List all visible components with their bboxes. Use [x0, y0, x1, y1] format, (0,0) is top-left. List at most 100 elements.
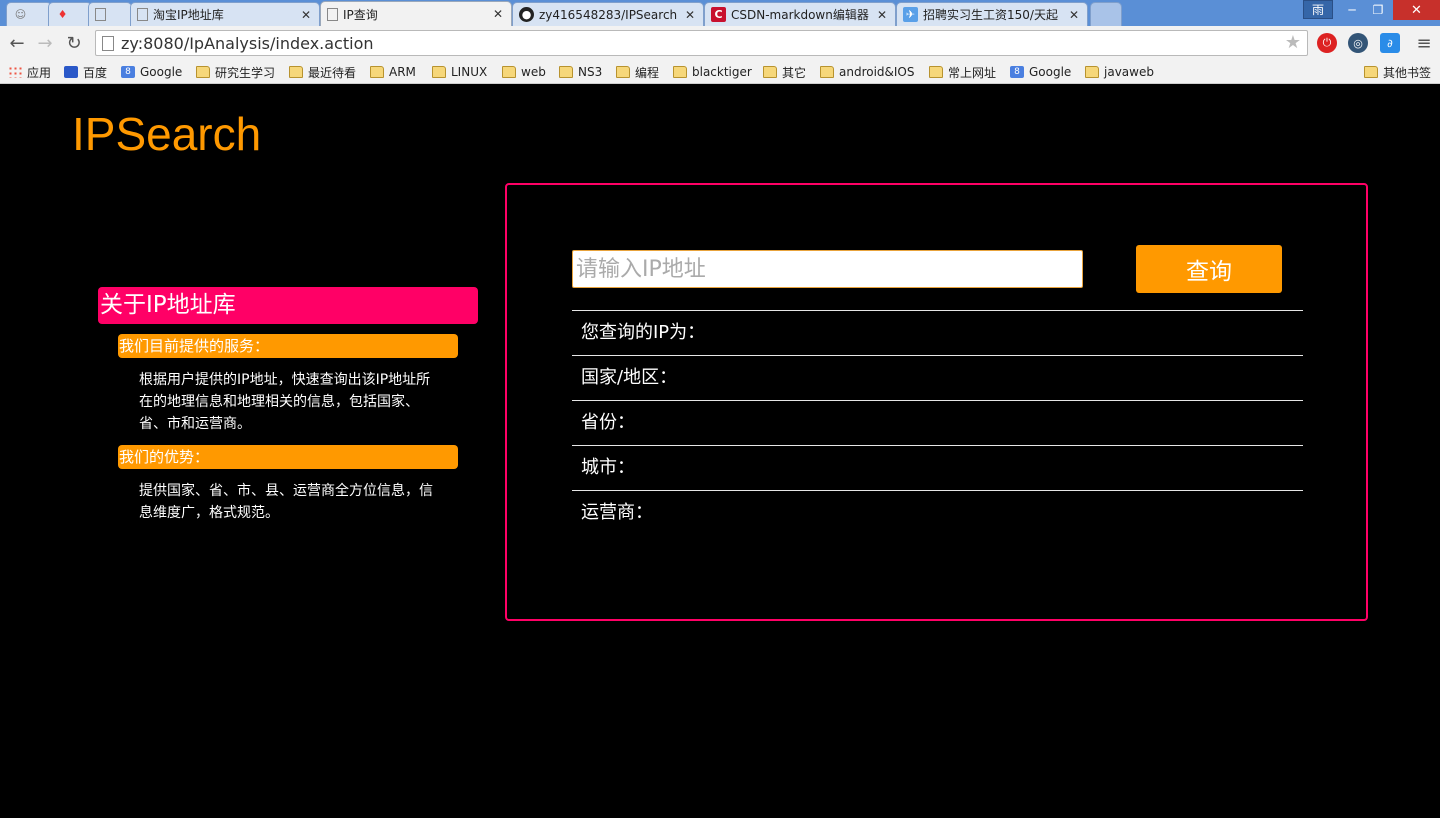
bookmark-label: 研究生学习	[215, 65, 276, 80]
csdn-icon: C	[711, 7, 726, 22]
proxy-extension-icon[interactable]: ◎	[1348, 33, 1368, 53]
result-country: 国家/地区：	[572, 355, 1303, 400]
menu-icon[interactable]: ≡	[1413, 33, 1435, 54]
bookmark-label: NS3	[578, 65, 603, 79]
page-icon	[327, 7, 338, 21]
bookmark-label: android&IOS	[839, 65, 915, 79]
folder-icon	[929, 66, 943, 78]
page-icon	[137, 8, 148, 21]
close-icon[interactable]: ✕	[491, 7, 505, 21]
restore-icon[interactable]: ❐	[1366, 0, 1390, 20]
bookmarks-bar: 应用 百度 8 Google 研究生学习 最近待看 ARM LINUX web N…	[0, 60, 1440, 84]
bird-icon: ✈	[903, 7, 918, 22]
back-arrow-icon[interactable]: ←	[6, 33, 28, 54]
tab-taobao-ip[interactable]: 淘宝IP地址库 ✕	[130, 2, 320, 26]
tab-label: IP查询	[343, 7, 378, 22]
apps-icon	[8, 66, 22, 78]
bookmark-label: Google	[1029, 65, 1072, 79]
page-body: IPSearch 关于IP地址库 我们目前提供的服务： 根据用户提供的IP地址，…	[0, 85, 1440, 818]
bookmark-label: 常上网址	[948, 65, 997, 80]
services-text: 根据用户提供的IP地址，快速查询出该IP地址所在的地理信息和地理相关的信息，包括…	[139, 372, 431, 432]
bookmark-google[interactable]: 8 Google	[121, 63, 182, 81]
close-icon[interactable]: ✕	[683, 8, 697, 22]
bookmark-folder-recent[interactable]: 最近待看	[289, 63, 356, 81]
folder-icon	[1085, 66, 1099, 78]
advantages-text: 提供国家、省、市、县、运营商全方位信息，信息维度广，格式规范。	[139, 483, 433, 521]
star-icon[interactable]: ★	[1285, 32, 1301, 53]
close-icon[interactable]: ✕	[875, 8, 889, 22]
bookmark-label: LINUX	[451, 65, 488, 79]
tab-ip-query[interactable]: IP查询 ✕	[320, 1, 512, 26]
bookmark-label: 其它	[782, 65, 807, 80]
folder-icon	[196, 66, 210, 78]
bookmark-label: 最近待看	[308, 65, 357, 80]
bookmark-label: 应用	[27, 65, 52, 80]
tab-internship[interactable]: ✈ 招聘实习生工资150/天起 ✕	[896, 2, 1088, 26]
forward-arrow-icon[interactable]: →	[34, 33, 56, 54]
folder-icon	[502, 66, 516, 78]
github-icon: ●	[519, 7, 534, 22]
browser-toolbar: ← → ↻ zy:8080/IpAnalysis/index.action ★ …	[0, 26, 1440, 60]
address-bar[interactable]: zy:8080/IpAnalysis/index.action ★	[95, 30, 1308, 56]
bookmark-folder-ns3[interactable]: NS3	[559, 63, 602, 81]
bookmark-folder-arm[interactable]: ARM	[370, 63, 416, 81]
tab-pinned-fox[interactable]: ☺	[6, 2, 52, 26]
close-icon[interactable]: ✕	[299, 8, 313, 22]
window-close-icon[interactable]: ✕	[1393, 0, 1440, 20]
ip-search-input[interactable]	[572, 250, 1083, 288]
bookmark-label: javaweb	[1104, 65, 1154, 79]
folder-icon	[559, 66, 573, 78]
tab-pinned-flame[interactable]: ♦	[48, 2, 92, 26]
new-tab-button[interactable]	[1090, 2, 1122, 26]
result-ip: 您查询的IP为：	[572, 310, 1303, 355]
bookmark-label: 其他书签	[1383, 65, 1432, 80]
tab-strip: ☺ ♦ 淘宝IP地址库 ✕ IP查询 ✕ ● zy416548283/IPSea…	[0, 0, 1440, 26]
adblock-extension-icon[interactable]: ⏻	[1317, 33, 1337, 53]
fox-icon: ☺	[14, 8, 27, 21]
baidu-icon	[64, 66, 78, 78]
bookmark-folder-linux[interactable]: LINUX	[432, 63, 487, 81]
bookmark-folder-frequent[interactable]: 常上网址	[929, 63, 996, 81]
about-title: 关于IP地址库	[98, 287, 478, 324]
advantages-title: 我们的优势：	[118, 445, 458, 469]
bookmark-label: ARM	[389, 65, 416, 79]
folder-icon	[673, 66, 687, 78]
tab-label: 淘宝IP地址库	[153, 8, 224, 22]
services-title: 我们目前提供的服务：	[118, 334, 458, 358]
bookmark-folder-other-bookmarks[interactable]: 其他书签	[1364, 63, 1431, 81]
bookmark-baidu[interactable]: 百度	[64, 63, 107, 81]
user-badge[interactable]: 雨	[1303, 0, 1333, 19]
bookmark-google-2[interactable]: 8 Google	[1010, 63, 1071, 81]
folder-icon	[432, 66, 446, 78]
bookmark-folder-blacktiger[interactable]: blacktiger	[673, 63, 752, 81]
minimize-icon[interactable]: ─	[1340, 0, 1364, 20]
reload-icon[interactable]: ↻	[63, 33, 85, 54]
query-button[interactable]: 查询	[1136, 245, 1282, 293]
site-logo[interactable]: IPSearch	[72, 107, 261, 161]
bookmark-folder-study[interactable]: 研究生学习	[196, 63, 275, 81]
folder-icon	[1364, 66, 1378, 78]
close-icon[interactable]: ✕	[1067, 8, 1081, 22]
google-icon: 8	[121, 66, 135, 78]
bookmark-folder-web[interactable]: web	[502, 63, 546, 81]
tab-label: CSDN-markdown编辑器	[731, 8, 869, 22]
result-city: 城市：	[572, 445, 1303, 490]
bookmark-label: Google	[140, 65, 183, 79]
result-province: 省份：	[572, 400, 1303, 445]
bookmark-apps[interactable]: 应用	[8, 63, 51, 81]
result-list: 您查询的IP为： 国家/地区： 省份： 城市： 运营商：	[572, 310, 1303, 535]
tab-blank[interactable]	[88, 2, 132, 26]
bookmark-label: 百度	[83, 65, 108, 80]
bookmark-folder-programming[interactable]: 编程	[616, 63, 659, 81]
tab-label: zy416548283/IPSearch	[539, 7, 678, 22]
page-icon	[95, 8, 106, 21]
tab-label: 招聘实习生工资150/天起	[923, 8, 1058, 22]
bookmark-folder-javaweb[interactable]: javaweb	[1085, 63, 1154, 81]
bookmark-folder-other[interactable]: 其它	[763, 63, 806, 81]
bookmark-folder-android-ios[interactable]: android&IOS	[820, 63, 915, 81]
translate-extension-icon[interactable]: ∂	[1380, 33, 1400, 53]
tab-csdn[interactable]: C CSDN-markdown编辑器 ✕	[704, 2, 896, 26]
folder-icon	[763, 66, 777, 78]
tab-github[interactable]: ● zy416548283/IPSearch ✕	[512, 2, 704, 26]
bookmark-label: blacktiger	[692, 65, 752, 79]
